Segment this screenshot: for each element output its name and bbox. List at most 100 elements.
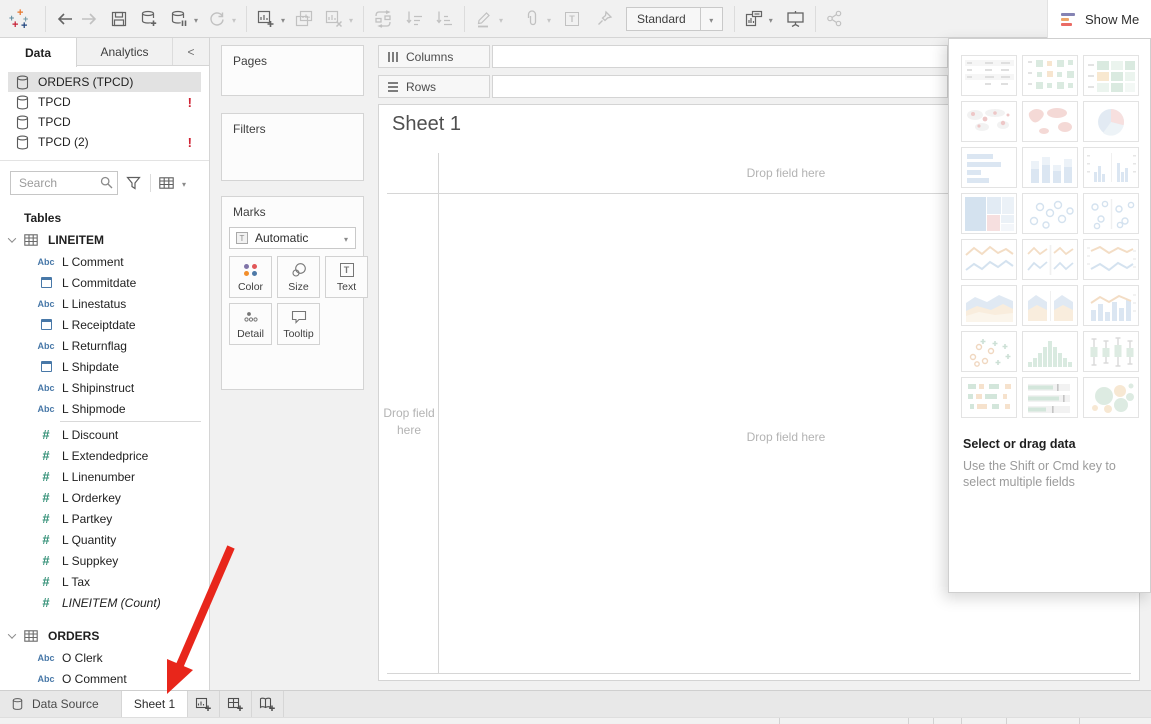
new-data-source-icon[interactable] (137, 6, 161, 32)
show-mark-labels-caret[interactable] (766, 10, 776, 28)
new-worksheet-caret[interactable] (278, 10, 288, 28)
swap-rows-columns-icon[interactable] (371, 6, 395, 32)
showme-scatter-plot-thumbnail[interactable] (961, 331, 1017, 372)
view-options-icon[interactable] (159, 177, 174, 189)
chevron-down-icon[interactable] (8, 630, 16, 638)
run-update-icon[interactable] (205, 6, 229, 32)
field-row[interactable]: L Shipinstruct (0, 377, 209, 398)
data-source-row[interactable]: TPCD (2) ! (8, 132, 201, 152)
showme-continuous-lines-thumbnail[interactable] (961, 239, 1017, 280)
showme-text-table-thumbnail[interactable] (961, 55, 1017, 96)
field-row[interactable]: L Commitdate (0, 272, 209, 293)
sort-ascending-icon[interactable] (403, 6, 427, 32)
showme-symbol-map-thumbnail[interactable] (961, 101, 1017, 142)
showme-discrete-lines-thumbnail[interactable] (1022, 239, 1078, 280)
filter-fields-icon[interactable] (126, 176, 141, 190)
pages-shelf[interactable]: Pages (221, 45, 364, 96)
clear-sheet-icon[interactable] (322, 6, 346, 32)
share-icon[interactable] (823, 6, 847, 32)
field-row[interactable]: L Tax (0, 571, 209, 592)
showme-horizontal-bars-thumbnail[interactable] (961, 147, 1017, 188)
field-row[interactable]: O Clerk (0, 647, 209, 668)
table-lineitem-header[interactable]: LINEITEM (0, 229, 209, 251)
attach-caret[interactable] (544, 10, 554, 28)
showme-bullet-graph-thumbnail[interactable] (1022, 377, 1078, 418)
showme-heat-map-thumbnail[interactable] (1022, 55, 1078, 96)
table-orders-header[interactable]: ORDERS (0, 625, 209, 647)
save-icon[interactable] (107, 6, 131, 32)
forward-icon[interactable] (77, 6, 101, 32)
clear-sheet-caret[interactable] (346, 10, 356, 28)
pin-icon[interactable] (592, 6, 616, 32)
tab-analytics[interactable]: Analytics (77, 38, 173, 65)
size-button[interactable]: Size (277, 256, 320, 298)
rows-shelf-droparea[interactable] (492, 75, 948, 98)
columns-shelf-droparea[interactable] (492, 45, 948, 68)
new-story-button[interactable] (252, 691, 284, 717)
sort-descending-icon[interactable] (433, 6, 457, 32)
showme-box-and-whisker-thumbnail[interactable] (1083, 331, 1139, 372)
showme-side-by-side-circles-thumbnail[interactable] (1083, 193, 1139, 234)
show-mark-labels-icon[interactable] (742, 6, 766, 32)
mark-type-dropdown[interactable]: Automatic (229, 227, 356, 249)
fit-selector-caret[interactable] (700, 8, 722, 30)
showme-histogram-thumbnail[interactable] (1022, 331, 1078, 372)
showme-treemap-thumbnail[interactable] (961, 193, 1017, 234)
showme-dual-lines-thumbnail[interactable] (1083, 239, 1139, 280)
showme-packed-bubbles-thumbnail[interactable] (1083, 377, 1139, 418)
field-row[interactable]: L Orderkey (0, 487, 209, 508)
field-row[interactable]: L Shipmode (0, 398, 209, 419)
chevron-down-icon[interactable] (8, 234, 16, 242)
pause-auto-updates-icon[interactable] (167, 6, 191, 32)
view-options-caret[interactable] (179, 174, 189, 192)
show-me-button[interactable]: Show Me (1047, 0, 1151, 38)
showme-highlight-table-thumbnail[interactable] (1083, 55, 1139, 96)
color-button[interactable]: Color (229, 256, 272, 298)
text-object-icon[interactable] (560, 6, 584, 32)
new-dashboard-button[interactable] (220, 691, 252, 717)
filters-shelf[interactable]: Filters (221, 113, 364, 181)
highlight-caret[interactable] (496, 10, 506, 28)
field-row[interactable]: L Shipdate (0, 356, 209, 377)
showme-side-by-side-bars-thumbnail[interactable] (1083, 147, 1139, 188)
sheet1-tab[interactable]: Sheet 1 (122, 691, 188, 717)
pause-auto-updates-caret[interactable] (191, 10, 201, 28)
field-row[interactable]: L Linenumber (0, 466, 209, 487)
attach-icon[interactable] (520, 6, 544, 32)
duplicate-icon[interactable] (292, 6, 316, 32)
new-worksheet-icon[interactable] (254, 6, 278, 32)
field-row[interactable]: LINEITEM (Count) (0, 592, 209, 613)
showme-stacked-bars-thumbnail[interactable] (1022, 147, 1078, 188)
data-source-tab[interactable]: Data Source (0, 691, 122, 717)
field-row[interactable]: L Receiptdate (0, 314, 209, 335)
run-update-caret[interactable] (229, 10, 239, 28)
field-row[interactable]: L Suppkey (0, 550, 209, 571)
field-row[interactable]: L Linestatus (0, 293, 209, 314)
showme-filled-map-thumbnail[interactable] (1022, 101, 1078, 142)
field-row[interactable]: L Extendedprice (0, 445, 209, 466)
field-row[interactable]: O Comment (0, 668, 209, 689)
new-worksheet-button[interactable] (188, 691, 220, 717)
field-row[interactable]: L Quantity (0, 529, 209, 550)
showme-pie-chart-thumbnail[interactable] (1083, 101, 1139, 142)
data-source-row[interactable]: ORDERS (TPCD) (8, 72, 201, 92)
tooltip-button[interactable]: Tooltip (277, 303, 320, 345)
showme-gantt-thumbnail[interactable] (961, 377, 1017, 418)
fit-selector[interactable]: Standard (626, 7, 723, 31)
field-row[interactable]: L Returnflag (0, 335, 209, 356)
collapse-pane-icon[interactable]: < (173, 38, 209, 65)
detail-button[interactable]: Detail (229, 303, 272, 345)
showme-continuous-area-thumbnail[interactable] (961, 285, 1017, 326)
field-row[interactable]: L Partkey (0, 508, 209, 529)
back-icon[interactable] (53, 6, 77, 32)
showme-circle-views-thumbnail[interactable] (1022, 193, 1078, 234)
presentation-mode-icon[interactable] (784, 6, 808, 32)
field-row[interactable]: L Comment (0, 251, 209, 272)
text-button[interactable]: Text (325, 256, 368, 298)
data-source-row[interactable]: TPCD ! (8, 92, 201, 112)
drop-zone-rows[interactable]: Drop field here (383, 405, 435, 439)
highlight-icon[interactable] (472, 6, 496, 32)
showme-discrete-area-thumbnail[interactable] (1022, 285, 1078, 326)
tab-data[interactable]: Data (0, 38, 77, 67)
data-source-row[interactable]: TPCD (8, 112, 201, 132)
